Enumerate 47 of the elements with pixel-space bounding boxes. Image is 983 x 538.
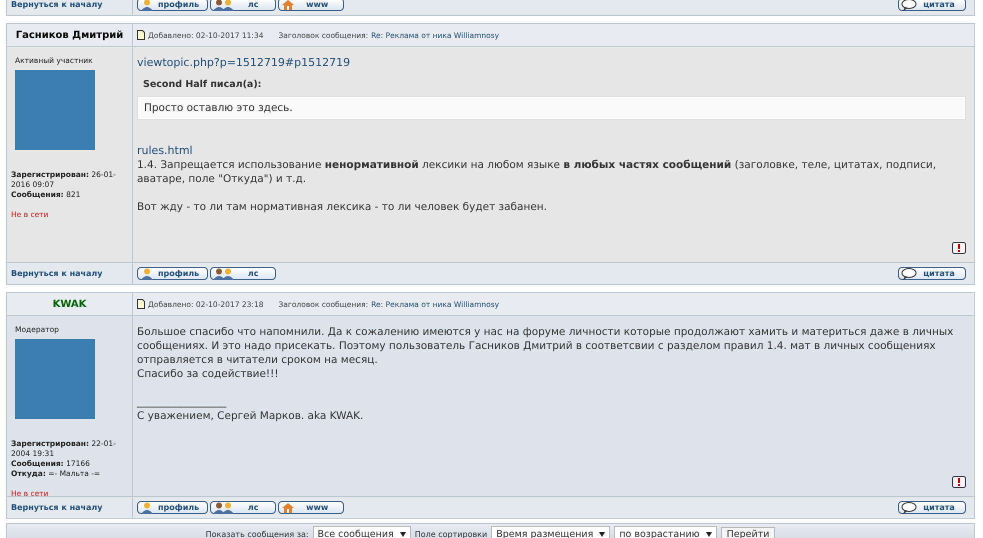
house-icon (281, 0, 296, 10)
person-icon (140, 268, 154, 280)
show-label: Показать сообщения за: (206, 530, 309, 538)
person-icon (140, 502, 154, 514)
caret-icon (400, 532, 406, 536)
www-button[interactable]: www (278, 501, 344, 514)
post-text: Вот жду - то ли там нормативная лексика - то ли человек будет забанен. (137, 200, 548, 214)
two-people-icon (213, 0, 236, 10)
speech-bubble-icon (901, 268, 917, 280)
author-name[interactable]: KWAK (52, 298, 86, 310)
two-people-icon (213, 502, 236, 514)
profile-button[interactable]: профиль (137, 267, 208, 280)
post-text: _________________ (137, 395, 228, 409)
quote-text: Просто оставлю это здесь. (137, 96, 966, 120)
pm-button[interactable]: лс (210, 501, 276, 514)
two-people-icon (213, 268, 236, 280)
profile-button[interactable]: профиль (137, 0, 208, 11)
speech-bubble-icon (901, 502, 917, 514)
caret-icon (706, 532, 712, 536)
person-icon (140, 0, 154, 10)
post-link[interactable]: rules.html (137, 144, 193, 158)
house-icon (281, 502, 296, 514)
post-text: Большое спасибо что напомнили. Да к сожалению имеются у нас на форуме личности которые продолжают хамить и материться даже в личных сообщениях. И это надо присекать. Поэтому пользователь Гасников Дмитрий в соответсвии с разделом правил 1.4. мат в личных сообщениях отправляется в читатели сроком на месяц. (137, 325, 954, 367)
caret-icon (599, 532, 606, 536)
quote-button[interactable]: цитата (898, 267, 966, 280)
post-text: 1.4. Запрещается использование ненормативной лексики на любом языке в любых частях сообщений (заголовке, теле, цитатах, подписи, аватаре, поле "Откуда") и т.д. (137, 158, 938, 186)
report-icon[interactable] (952, 476, 966, 488)
pm-button[interactable]: лс (210, 0, 276, 11)
back-to-top-link[interactable]: Вернуться к началу (11, 269, 102, 278)
post-text: Спасибо за содействие!!! (137, 367, 280, 381)
quote-button[interactable]: цитата (898, 501, 966, 514)
speech-bubble-icon (901, 0, 917, 10)
document-icon (137, 30, 145, 40)
post-text: С уважением, Сергей Марков. aka KWAK. (137, 409, 364, 423)
post-link[interactable]: viewtopic.php?p=1512719#p1512719 (137, 56, 350, 70)
pm-button[interactable]: лс (210, 267, 276, 280)
report-icon[interactable] (952, 242, 966, 254)
quote-button[interactable]: цитата (898, 0, 966, 11)
document-icon (137, 299, 145, 309)
profile-button[interactable]: профиль (137, 501, 208, 514)
quote-author: Second Half писал(а): (143, 78, 262, 92)
sort-label: Поле сортировки (414, 530, 488, 538)
dropdown[interactable]: Все сообщения (312, 526, 411, 538)
www-button[interactable]: www (278, 0, 344, 11)
back-to-top-link[interactable]: Вернуться к началу (11, 0, 102, 9)
back-to-top-link[interactable]: Вернуться к началу (11, 503, 102, 512)
author-name[interactable]: Гасников Дмитрий (16, 30, 124, 40)
